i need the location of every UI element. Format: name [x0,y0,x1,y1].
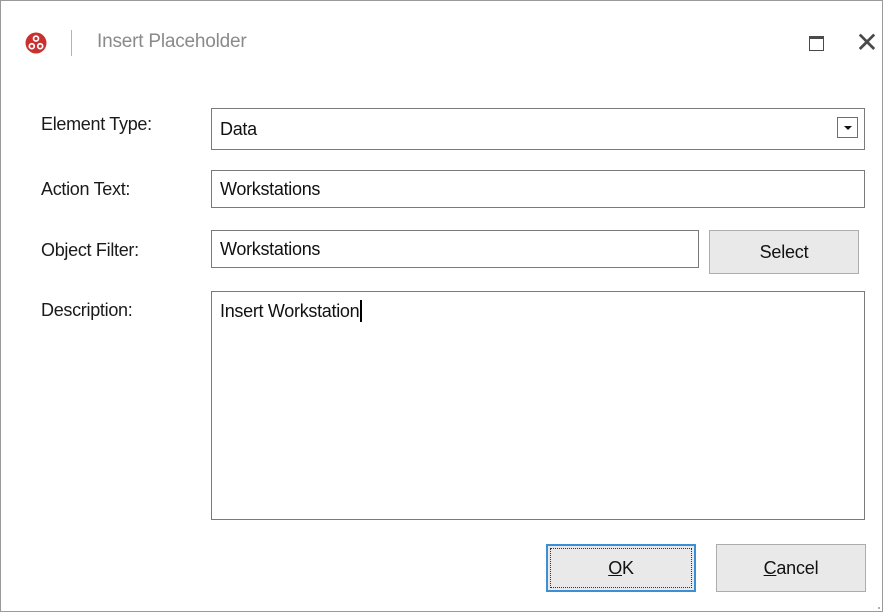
window-title: Insert Placeholder [97,31,247,52]
insert-placeholder-dialog: Insert Placeholder ✕ Element Type: Data … [0,0,883,612]
cancel-button[interactable]: Cancel [716,544,866,592]
focus-indicator [550,548,692,588]
app-logo-icon [25,32,47,54]
chevron-down-icon[interactable] [837,117,858,138]
select-button[interactable]: Select [709,230,859,274]
title-separator [71,30,72,56]
action-text-input[interactable]: Workstations [211,170,865,208]
ok-button[interactable]: OK [546,544,696,592]
description-label: Description: [41,300,133,320]
close-button[interactable]: ✕ [854,28,880,58]
description-textarea[interactable]: Insert Workstation [211,291,865,520]
element-type-value: Data [220,119,257,139]
object-filter-input[interactable]: Workstations [211,230,699,268]
maximize-icon [809,36,824,51]
text-caret [360,300,363,322]
cancel-label-rest: ancel [776,558,819,578]
element-type-label: Element Type: [41,114,152,134]
element-type-dropdown[interactable]: Data [211,108,865,150]
action-text-value: Workstations [220,179,321,199]
maximize-button[interactable] [804,32,826,54]
description-value: Insert Workstation [220,301,360,321]
resize-grip-icon[interactable] [874,603,880,609]
cancel-mnemonic: C [763,558,777,578]
title-bar[interactable]: Insert Placeholder ✕ [1,1,882,89]
action-text-label: Action Text: [41,179,131,199]
object-filter-label: Object Filter: [41,240,139,260]
object-filter-value: Workstations [220,239,321,259]
